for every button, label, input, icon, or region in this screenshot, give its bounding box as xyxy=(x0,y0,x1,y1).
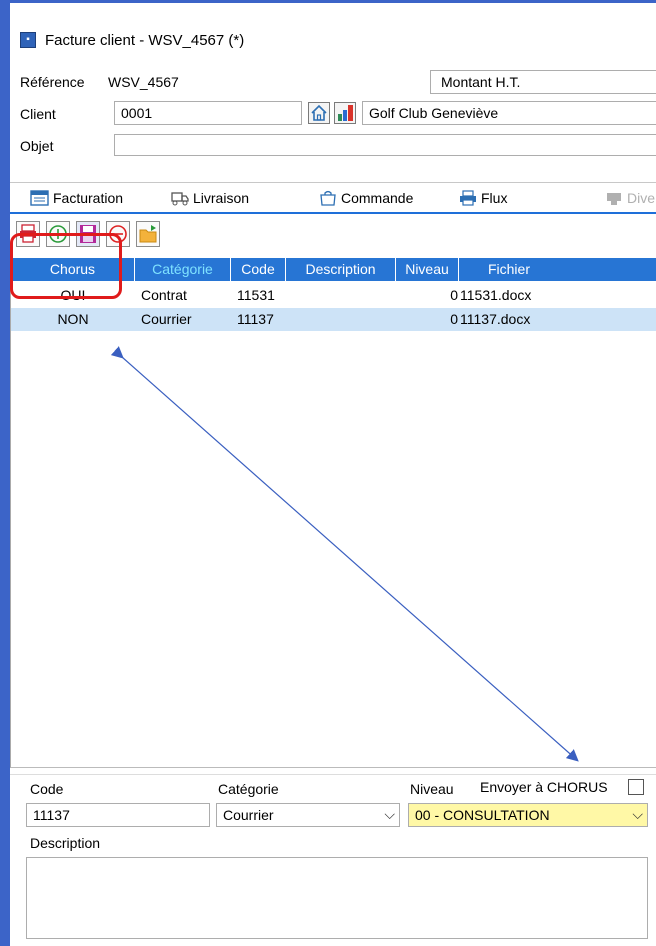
window-left-edge xyxy=(0,0,10,946)
client-code-input[interactable]: 0001 xyxy=(114,101,302,125)
col-code[interactable]: Code xyxy=(231,258,286,281)
chart-icon xyxy=(338,105,353,121)
invoice-icon xyxy=(30,190,49,206)
col-niveau[interactable]: Niveau xyxy=(396,258,459,281)
cell-categorie: Contrat xyxy=(141,287,187,303)
printer-icon xyxy=(460,190,476,206)
description-textarea[interactable] xyxy=(26,857,648,939)
chorus-checkbox[interactable] xyxy=(628,779,644,795)
client-name-field[interactable]: Golf Club Geneviève xyxy=(362,101,656,125)
tab-flux[interactable]: Flux xyxy=(458,190,507,206)
categorie-select[interactable]: Courrier ⌵ xyxy=(216,803,400,827)
home-icon xyxy=(311,104,327,121)
niveau-label: Niveau xyxy=(410,781,454,797)
col-categorie[interactable]: Catégorie xyxy=(135,258,231,281)
window-title: Facture client - WSV_4567 (*) xyxy=(45,31,245,49)
folder-open-icon xyxy=(139,225,157,243)
chorus-column-highlight xyxy=(10,233,122,299)
detail-panel: Code Catégorie Niveau Envoyer à CHORUS 1… xyxy=(10,774,656,946)
tab-commande[interactable]: Commande xyxy=(318,190,413,206)
stats-icon-button[interactable] xyxy=(334,102,356,124)
montant-label: Montant H.T. xyxy=(441,74,521,90)
home-icon-button[interactable] xyxy=(308,102,330,124)
open-folder-button[interactable] xyxy=(136,221,160,247)
reference-label: Référence xyxy=(20,74,85,90)
bag-icon xyxy=(320,190,336,206)
code-label: Code xyxy=(30,781,64,797)
montant-field[interactable]: Montant H.T. xyxy=(430,70,656,94)
col-description[interactable]: Description xyxy=(286,258,396,281)
tab-divers[interactable]: Dive xyxy=(604,190,655,206)
tab-livraison[interactable]: Livraison xyxy=(170,190,249,206)
chevron-down-icon: ⌵ xyxy=(632,806,643,822)
documents-grid: Chorus Catégorie Code Description Niveau… xyxy=(10,258,656,768)
truck-icon xyxy=(171,192,189,206)
chevron-down-icon: ⌵ xyxy=(384,806,395,822)
cell-fichier: 11137.docx xyxy=(460,311,531,327)
col-fichier[interactable]: Fichier xyxy=(459,258,559,281)
code-input[interactable]: 11137 xyxy=(26,803,210,827)
tab-bar: Facturation Livraison Commande Flux Dive xyxy=(10,182,656,214)
tab-facturation[interactable]: Facturation xyxy=(30,190,123,206)
title-bar: ▪ Facture client - WSV_4567 (*) xyxy=(10,22,656,58)
cell-fichier: 11531.docx xyxy=(460,287,532,303)
cell-categorie: Courrier xyxy=(141,311,192,327)
cell-code: 11137 xyxy=(237,311,274,327)
categorie-label: Catégorie xyxy=(218,781,279,797)
reference-value: WSV_4567 xyxy=(108,74,179,90)
cell-niveau: 0 xyxy=(450,311,458,327)
objet-label: Objet xyxy=(20,138,54,154)
invoice-window: ▪ Facture client - WSV_4567 (*) Référenc… xyxy=(10,22,656,946)
client-label: Client xyxy=(20,106,56,122)
cell-niveau: 0 xyxy=(450,287,458,303)
niveau-select[interactable]: 00 - CONSULTATION ⌵ xyxy=(408,803,648,827)
background-window-strip xyxy=(0,0,656,22)
cell-description xyxy=(291,308,391,331)
objet-input[interactable] xyxy=(114,134,656,156)
app-icon: ▪ xyxy=(20,32,36,48)
cell-description xyxy=(291,284,391,307)
description-label: Description xyxy=(30,835,101,851)
table-row[interactable]: NON Courrier 11137 0 11137.docx xyxy=(11,308,656,331)
cell-code: 11531 xyxy=(237,287,275,303)
cell-chorus: NON xyxy=(57,311,89,327)
chorus-label: Envoyer à CHORUS xyxy=(480,779,608,795)
misc-icon xyxy=(607,193,621,205)
